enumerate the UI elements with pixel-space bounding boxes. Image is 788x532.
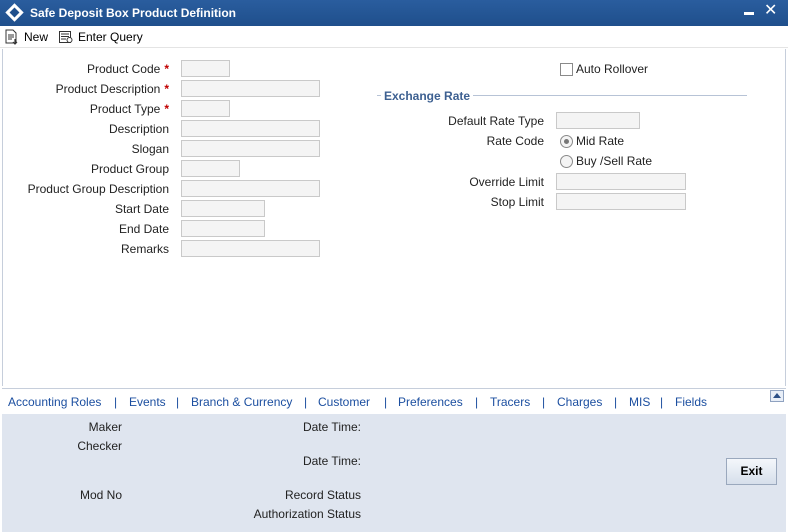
description-input[interactable] (181, 120, 320, 137)
checker-date-time-label: Date Time: (302, 454, 361, 468)
mid-rate-label: Mid Rate (576, 134, 625, 148)
collapse-up-icon[interactable] (770, 390, 784, 402)
stop-limit-input[interactable] (556, 193, 686, 210)
override-limit-label: Override Limit (469, 175, 544, 189)
tab-separator: | (384, 395, 388, 409)
tab-separator: | (542, 395, 546, 409)
new-button[interactable]: New (4, 28, 48, 46)
override-limit-input[interactable] (556, 173, 686, 190)
auto-rollover-label: Auto Rollover (576, 62, 649, 76)
required-marker: * (164, 102, 169, 116)
new-document-icon (5, 29, 18, 45)
enter-query-button-label: Enter Query (78, 30, 143, 44)
product-group-description-label: Product Group Description (27, 182, 169, 196)
tab-fields[interactable]: Fields (675, 395, 707, 409)
subscreen-tabs-bar (2, 388, 786, 414)
required-marker: * (164, 62, 169, 76)
product-description-label: Product Description * (55, 82, 169, 96)
end-date-input[interactable] (181, 220, 265, 237)
authorization-status-label: Authorization Status (253, 507, 361, 521)
record-status-label: Record Status (284, 488, 361, 502)
tab-charges[interactable]: Charges (557, 395, 602, 409)
toolbar: New Enter Query (0, 26, 788, 48)
product-type-label: Product Type * (89, 102, 169, 116)
product-group-label: Product Group (90, 162, 169, 176)
product-type-input[interactable] (181, 100, 230, 117)
product-code-input[interactable] (181, 60, 230, 77)
tab-separator: | (475, 395, 479, 409)
end-date-label: End Date (118, 222, 169, 236)
tab-customer[interactable]: Customer (318, 395, 370, 409)
new-button-label: New (24, 30, 49, 44)
maker-label: Maker (88, 420, 122, 434)
product-code-label: Product Code * (86, 62, 169, 76)
tab-separator: | (114, 395, 118, 409)
default-rate-type-label: Default Rate Type (448, 114, 544, 128)
buy-sell-rate-radio[interactable] (560, 155, 573, 168)
tab-separator: | (614, 395, 618, 409)
tab-mis[interactable]: MIS (629, 395, 650, 409)
mid-rate-radio[interactable] (560, 135, 573, 148)
tab-separator: | (660, 395, 664, 409)
auto-rollover-checkbox[interactable] (560, 63, 573, 76)
tab-branch-currency[interactable]: Branch & Currency (191, 395, 292, 409)
required-marker: * (164, 82, 169, 96)
product-group-input[interactable] (181, 160, 240, 177)
tab-accounting-roles[interactable]: Accounting Roles (8, 395, 101, 409)
slogan-input[interactable] (181, 140, 320, 157)
maker-date-time-label: Date Time: (302, 420, 361, 434)
app-diamond-icon (5, 3, 24, 22)
tab-preferences[interactable]: Preferences (398, 395, 463, 409)
remarks-input[interactable] (181, 240, 320, 257)
mod-no-label: Mod No (79, 488, 122, 502)
window-titlebar: Safe Deposit Box Product Definition ✕ (0, 0, 788, 26)
rate-code-label: Rate Code (486, 134, 544, 148)
stop-limit-label: Stop Limit (490, 195, 544, 209)
checker-label: Checker (77, 439, 122, 453)
remarks-label: Remarks (120, 242, 169, 256)
product-description-input[interactable] (181, 80, 320, 97)
close-icon[interactable]: ✕ (764, 2, 777, 20)
tab-separator: | (304, 395, 308, 409)
tab-tracers[interactable]: Tracers (490, 395, 530, 409)
start-date-label: Start Date (114, 202, 169, 216)
enter-query-button[interactable]: Enter Query (58, 28, 143, 46)
minimize-icon[interactable] (744, 12, 754, 15)
tab-events[interactable]: Events (129, 395, 166, 409)
exit-button[interactable]: Exit (726, 458, 777, 485)
buy-sell-rate-label: Buy /Sell Rate (576, 154, 653, 168)
enter-query-icon (59, 31, 73, 43)
slogan-label: Slogan (131, 142, 169, 156)
default-rate-type-input[interactable] (556, 112, 640, 129)
exchange-rate-title: Exchange Rate (381, 89, 474, 103)
window-title: Safe Deposit Box Product Definition (30, 6, 237, 20)
product-group-description-input[interactable] (181, 180, 320, 197)
tab-separator: | (176, 395, 180, 409)
start-date-input[interactable] (181, 200, 265, 217)
description-label: Description (108, 122, 169, 136)
